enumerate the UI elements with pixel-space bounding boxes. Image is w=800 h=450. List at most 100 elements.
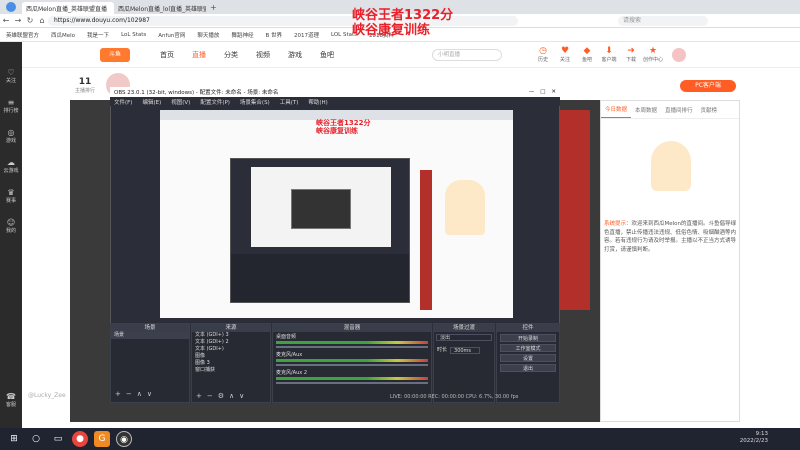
mixer-dock: 混音器 桌面音频 麦克风/Aux 麦克风/Aux 2 xyxy=(272,323,432,403)
bookmark[interactable]: 我是一下 xyxy=(87,31,109,39)
preview-stage-art xyxy=(420,170,432,310)
source-item[interactable]: 文本 (GDI+) xyxy=(192,346,270,353)
left-nav-events[interactable]: ♛ 赛事 xyxy=(0,188,22,216)
overlay-title: 峡谷王者1322分 峡谷康复训练 xyxy=(352,8,454,38)
obs-minimize-icon[interactable]: — xyxy=(529,89,535,95)
obs-menu-scene-collection[interactable]: 场景集合(S) xyxy=(240,98,270,106)
sources-toolbar: + − ⚙ ∧ ∨ xyxy=(196,392,244,400)
gamepad-icon: ◎ xyxy=(7,128,15,137)
pc-client-button[interactable]: PC客户端 xyxy=(680,80,736,92)
volume-slider[interactable] xyxy=(276,346,428,348)
mixer-track: 麦克风/Aux 2 xyxy=(273,368,431,386)
obs-menu-view[interactable]: 视图(V) xyxy=(171,98,190,106)
bookmark[interactable]: 舞蹈神经 xyxy=(231,31,253,39)
add-icon[interactable]: + xyxy=(196,392,202,400)
new-tab-button[interactable]: + xyxy=(210,3,217,12)
forward-icon[interactable]: → xyxy=(12,16,24,25)
source-item[interactable]: 文本 (GDI+) 3 xyxy=(192,332,270,339)
windows-start-icon[interactable]: ⊞ xyxy=(6,431,22,447)
left-nav-service[interactable]: ☎ 客服 xyxy=(0,392,22,420)
remove-icon[interactable]: − xyxy=(126,390,132,398)
left-nav-cloud[interactable]: ☁ 云游戏 xyxy=(0,158,22,186)
chat-tab-today[interactable]: 今日数据 xyxy=(601,101,632,118)
obs-title-bar: OBS 23.0.1 (32-bit, windows) - 配置文件: 未命名… xyxy=(110,87,560,97)
obs-preview[interactable] xyxy=(160,110,513,318)
header-follow[interactable]: ♥ 关注 xyxy=(554,46,576,63)
task-view-icon[interactable]: ▭ xyxy=(50,431,66,447)
nav-home[interactable]: 首页 xyxy=(160,50,174,60)
left-nav-follow[interactable]: ♡ 关注 xyxy=(0,68,22,96)
bookmark[interactable]: B 世界 xyxy=(265,31,282,39)
obs-icon[interactable]: ◉ xyxy=(116,431,132,447)
obs-menu-edit[interactable]: 编辑(E) xyxy=(142,98,161,106)
header-history[interactable]: ◷ 历史 xyxy=(532,46,554,63)
source-item[interactable]: 图像 3 xyxy=(192,360,270,367)
site-left-nav: ♡ 关注 ≡ 排行榜 ◎ 游戏 ☁ 云游戏 ♛ 赛事 ☺ 我的 ☎ 客服 xyxy=(0,42,22,428)
move-down-icon[interactable]: ∨ xyxy=(147,390,152,398)
add-icon[interactable]: + xyxy=(115,390,121,398)
obs-menu-help[interactable]: 帮助(H) xyxy=(308,98,327,106)
header-creator[interactable]: ★ 创作中心 xyxy=(642,46,664,63)
move-up-icon[interactable]: ∧ xyxy=(137,390,142,398)
preview-nested-obs xyxy=(230,158,410,303)
gear-icon[interactable]: ⚙ xyxy=(218,392,224,400)
reload-icon[interactable]: ↻ xyxy=(24,16,36,25)
bookmark[interactable]: 西瓜Melo xyxy=(51,31,75,39)
bookmark[interactable]: 聊天播放 xyxy=(197,31,219,39)
source-item[interactable]: 窗口捕获 xyxy=(192,367,270,374)
nav-live[interactable]: 直播 xyxy=(192,50,206,60)
header-fishbar[interactable]: ◆ 鱼吧 xyxy=(576,46,598,63)
site-logo[interactable]: 斗鱼 xyxy=(100,47,130,62)
transition-select[interactable]: 淡出 xyxy=(436,334,492,341)
left-nav-game[interactable]: ◎ 游戏 xyxy=(0,128,22,156)
remove-icon[interactable]: − xyxy=(207,392,213,400)
obs-menu-profile[interactable]: 配置文件(P) xyxy=(200,98,230,106)
obs-maximize-icon[interactable]: □ xyxy=(540,89,545,95)
site-search-input[interactable]: 小明直播 xyxy=(432,48,502,61)
user-icon: ☺ xyxy=(6,218,16,227)
nav-video[interactable]: 视频 xyxy=(256,50,270,60)
source-item[interactable]: 图像 xyxy=(192,353,270,360)
scene-item[interactable]: 场景 xyxy=(111,332,189,339)
volume-slider[interactable] xyxy=(276,364,428,366)
obs-menu-tools[interactable]: 工具(T) xyxy=(280,98,299,106)
left-nav-rank[interactable]: ≡ 排行榜 xyxy=(0,98,22,126)
browser-search-box[interactable]: 请搜索 xyxy=(618,15,708,26)
bookmark[interactable]: LoL Stats xyxy=(121,32,146,38)
chat-tab-room-rank[interactable]: 直播间排行 xyxy=(661,102,697,118)
nav-game[interactable]: 游戏 xyxy=(288,50,302,60)
volume-slider[interactable] xyxy=(276,382,428,384)
obs-menu-file[interactable]: 文件(F) xyxy=(114,98,132,106)
studio-mode-button[interactable]: 工作室模式 xyxy=(500,344,556,352)
nav-fishbar[interactable]: 鱼吧 xyxy=(320,50,334,60)
source-item[interactable]: 文本 (GDI+) 2 xyxy=(192,339,270,346)
bookmark[interactable]: 2017道理 xyxy=(294,31,319,39)
site-header: 斗鱼 首页 直播 分类 视频 游戏 鱼吧 小明直播 ◷ 历史 ♥ 关注 ◆ 鱼吧 ⬇ 客… xyxy=(22,42,800,68)
bookmark[interactable]: Anfun官网 xyxy=(158,31,185,39)
obs-status-bar: LIVE: 00:00:00 REC: 00:00:00 CPU: 6.7%, … xyxy=(390,394,519,400)
move-down-icon[interactable]: ∨ xyxy=(239,392,244,400)
scenes-dock: 场景 场景 + − ∧ ∨ xyxy=(110,323,190,403)
obs-close-icon[interactable]: ✕ xyxy=(551,89,556,95)
settings-button[interactable]: 设置 xyxy=(500,354,556,362)
bookmark[interactable]: 英雄联盟官方 xyxy=(6,31,39,39)
move-up-icon[interactable]: ∧ xyxy=(229,392,234,400)
browser-tab-1[interactable]: 西瓜Melon直播_英雄联盟直播 xyxy=(22,2,114,14)
chat-tab-week[interactable]: 本周数据 xyxy=(631,102,661,118)
duration-field[interactable]: 300ms xyxy=(450,347,481,354)
header-client[interactable]: ⬇ 客户端 xyxy=(598,46,620,63)
nav-category[interactable]: 分类 xyxy=(224,50,238,60)
left-nav-mine[interactable]: ☺ 我的 xyxy=(0,218,22,246)
home-icon[interactable]: ⌂ xyxy=(36,16,48,25)
back-icon[interactable]: ← xyxy=(0,16,12,25)
avatar[interactable] xyxy=(672,47,686,62)
chrome-icon[interactable]: ● xyxy=(72,431,88,447)
chat-tab-contrib[interactable]: 贡献榜 xyxy=(697,102,722,118)
start-recording-button[interactable]: 开始录制 xyxy=(500,334,556,342)
stage-art xyxy=(560,110,590,310)
search-icon[interactable]: ○ xyxy=(28,431,44,447)
browser-tab-2[interactable]: 西瓜Melon直播_lol直播_英雄联盟 xyxy=(114,2,206,14)
header-download[interactable]: ➜ 下载 xyxy=(620,46,642,63)
exit-button[interactable]: 退出 xyxy=(500,364,556,372)
browser-g-icon[interactable]: G xyxy=(94,431,110,447)
